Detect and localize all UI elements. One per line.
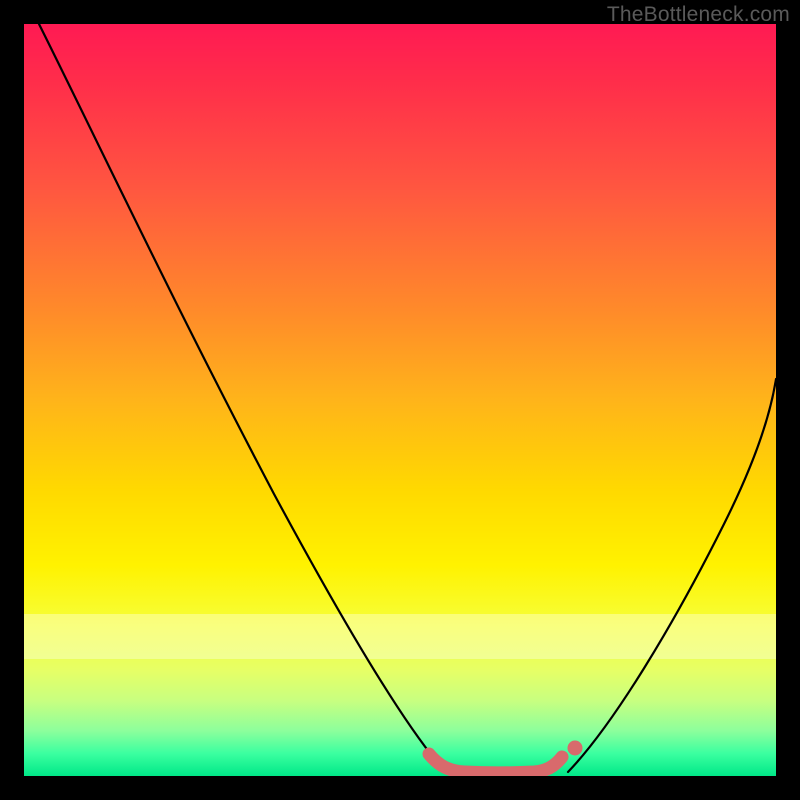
watermark-text: TheBottleneck.com xyxy=(607,3,790,27)
optimal-zone-marker xyxy=(429,754,562,773)
chart-frame: TheBottleneck.com xyxy=(0,0,800,800)
right-curve xyxy=(568,379,776,772)
optimal-zone-end-dot-icon xyxy=(568,741,583,756)
left-curve xyxy=(39,24,442,768)
curve-layer xyxy=(24,24,776,776)
plot-area xyxy=(24,24,776,776)
